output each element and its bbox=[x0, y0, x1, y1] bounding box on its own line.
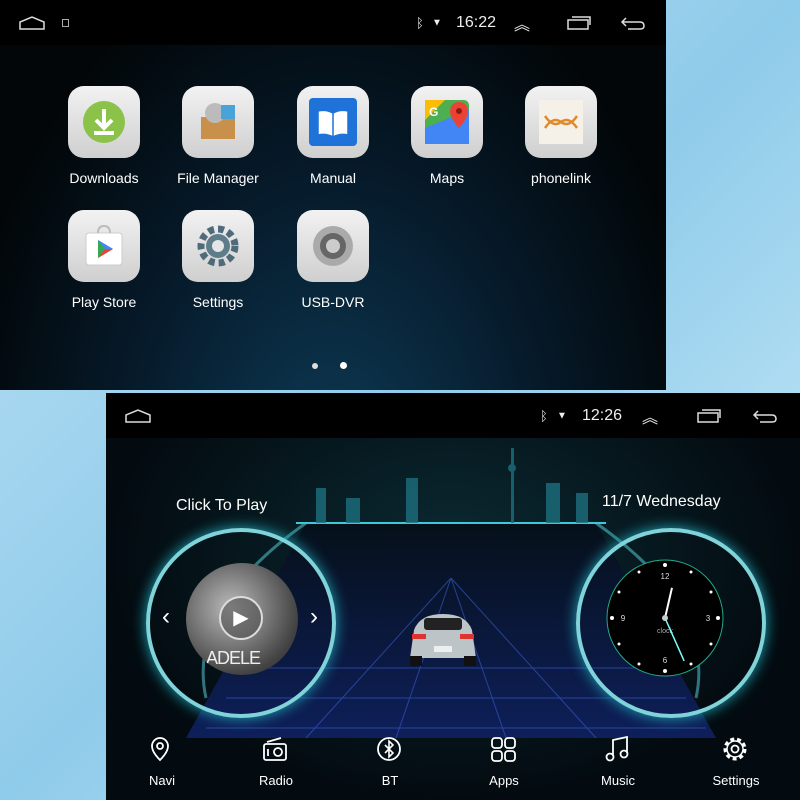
dock-label: Radio bbox=[259, 773, 293, 788]
bluetooth-icon bbox=[377, 737, 401, 761]
app-maps[interactable]: G Maps bbox=[392, 86, 502, 186]
app-label: USB-DVR bbox=[301, 294, 365, 310]
app-downloads[interactable]: Downloads bbox=[49, 86, 159, 186]
analog-clock[interactable]: 12 3 6 9 clock bbox=[604, 557, 726, 679]
gear-icon bbox=[182, 210, 254, 282]
clock-number: 3 bbox=[706, 614, 711, 623]
download-icon bbox=[68, 86, 140, 158]
dock-label: Apps bbox=[489, 773, 519, 788]
car-launcher-screen: ᛒ ▼ 12:26 ︽ Click To Play ADELE ▶ ‹ › 11… bbox=[106, 393, 800, 800]
home-icon[interactable] bbox=[124, 408, 152, 424]
dock-item-music[interactable]: Music bbox=[573, 735, 663, 788]
camera-icon bbox=[297, 210, 369, 282]
page-indicator-1[interactable] bbox=[312, 363, 318, 369]
expand-icon[interactable]: ︽ bbox=[642, 404, 658, 428]
previous-icon[interactable]: ‹ bbox=[162, 603, 170, 631]
back-icon[interactable] bbox=[620, 15, 646, 31]
dock-label: BT bbox=[381, 773, 399, 788]
app-phonelink[interactable]: phonelink bbox=[506, 86, 616, 186]
bluetooth-icon: ᛒ bbox=[416, 15, 424, 30]
app-label: Downloads bbox=[69, 170, 139, 186]
clock-number: 6 bbox=[663, 656, 668, 665]
dock-item-settings[interactable]: Settings bbox=[691, 736, 781, 788]
dock-label: Music bbox=[601, 773, 635, 788]
app-label: Play Store bbox=[71, 294, 137, 310]
back-icon[interactable] bbox=[752, 408, 778, 424]
app-label: File Manager bbox=[177, 170, 259, 186]
wifi-icon: ▼ bbox=[557, 410, 567, 421]
album-art[interactable]: ADELE ▶ bbox=[186, 563, 298, 675]
clock-number: 12 bbox=[661, 572, 670, 581]
status-bar: ᛒ ▼ 12:26 ︽ bbox=[106, 393, 800, 438]
maps-icon: G bbox=[411, 86, 483, 158]
app-usb-dvr[interactable]: USB-DVR bbox=[278, 210, 388, 310]
app-label: Manual bbox=[310, 170, 356, 186]
dock-item-bt[interactable]: BT bbox=[345, 736, 435, 788]
location-pin-icon bbox=[151, 737, 169, 762]
play-store-icon bbox=[68, 210, 140, 282]
status-time: 12:26 bbox=[582, 406, 623, 424]
phonelink-icon bbox=[525, 86, 597, 158]
dock-item-apps[interactable]: Apps bbox=[459, 736, 549, 788]
folder-icon bbox=[182, 86, 254, 158]
home-icon[interactable] bbox=[18, 15, 46, 31]
recents-icon[interactable] bbox=[566, 15, 592, 31]
app-file-manager[interactable]: File Manager bbox=[163, 86, 273, 186]
expand-icon[interactable]: ︽ bbox=[514, 11, 530, 35]
app-label: Settings bbox=[192, 294, 244, 310]
album-text: ADELE bbox=[206, 648, 261, 668]
status-time: 16:22 bbox=[456, 13, 497, 31]
recents-icon[interactable] bbox=[696, 408, 722, 424]
dock-label: Settings bbox=[712, 773, 760, 788]
dock-item-radio[interactable]: Radio bbox=[231, 736, 321, 788]
svg-text:G: G bbox=[429, 105, 438, 119]
bluetooth-icon: ᛒ bbox=[540, 408, 548, 423]
status-bar: ᛒ ▼ 16:22 ︽ bbox=[0, 0, 666, 45]
notification-icon bbox=[62, 18, 69, 27]
wifi-icon: ▼ bbox=[432, 17, 442, 28]
music-note-icon bbox=[605, 735, 629, 762]
dock-item-navi[interactable]: Navi bbox=[117, 736, 207, 788]
app-manual[interactable]: Manual bbox=[278, 86, 388, 186]
book-icon bbox=[297, 86, 369, 158]
app-settings[interactable]: Settings bbox=[163, 210, 273, 310]
car-image bbox=[410, 614, 476, 666]
page-indicator-2[interactable] bbox=[340, 362, 347, 369]
app-label: Maps bbox=[429, 170, 465, 186]
app-play-store[interactable]: Play Store bbox=[49, 210, 159, 310]
apps-grid-icon bbox=[491, 737, 516, 762]
music-title[interactable]: Click To Play bbox=[176, 497, 267, 515]
app-drawer-screen: ᛒ ▼ 16:22 ︽ Downloads File Manager Manua… bbox=[0, 0, 666, 390]
radio-icon bbox=[263, 737, 287, 761]
gear-icon bbox=[723, 737, 747, 761]
dock-label: Navi bbox=[148, 773, 175, 788]
clock-number: 9 bbox=[621, 614, 626, 623]
next-icon[interactable]: › bbox=[310, 603, 318, 631]
play-icon[interactable]: ▶ bbox=[219, 596, 263, 640]
app-label: phonelink bbox=[531, 170, 591, 186]
date-label: 11/7 Wednesday bbox=[602, 493, 721, 510]
